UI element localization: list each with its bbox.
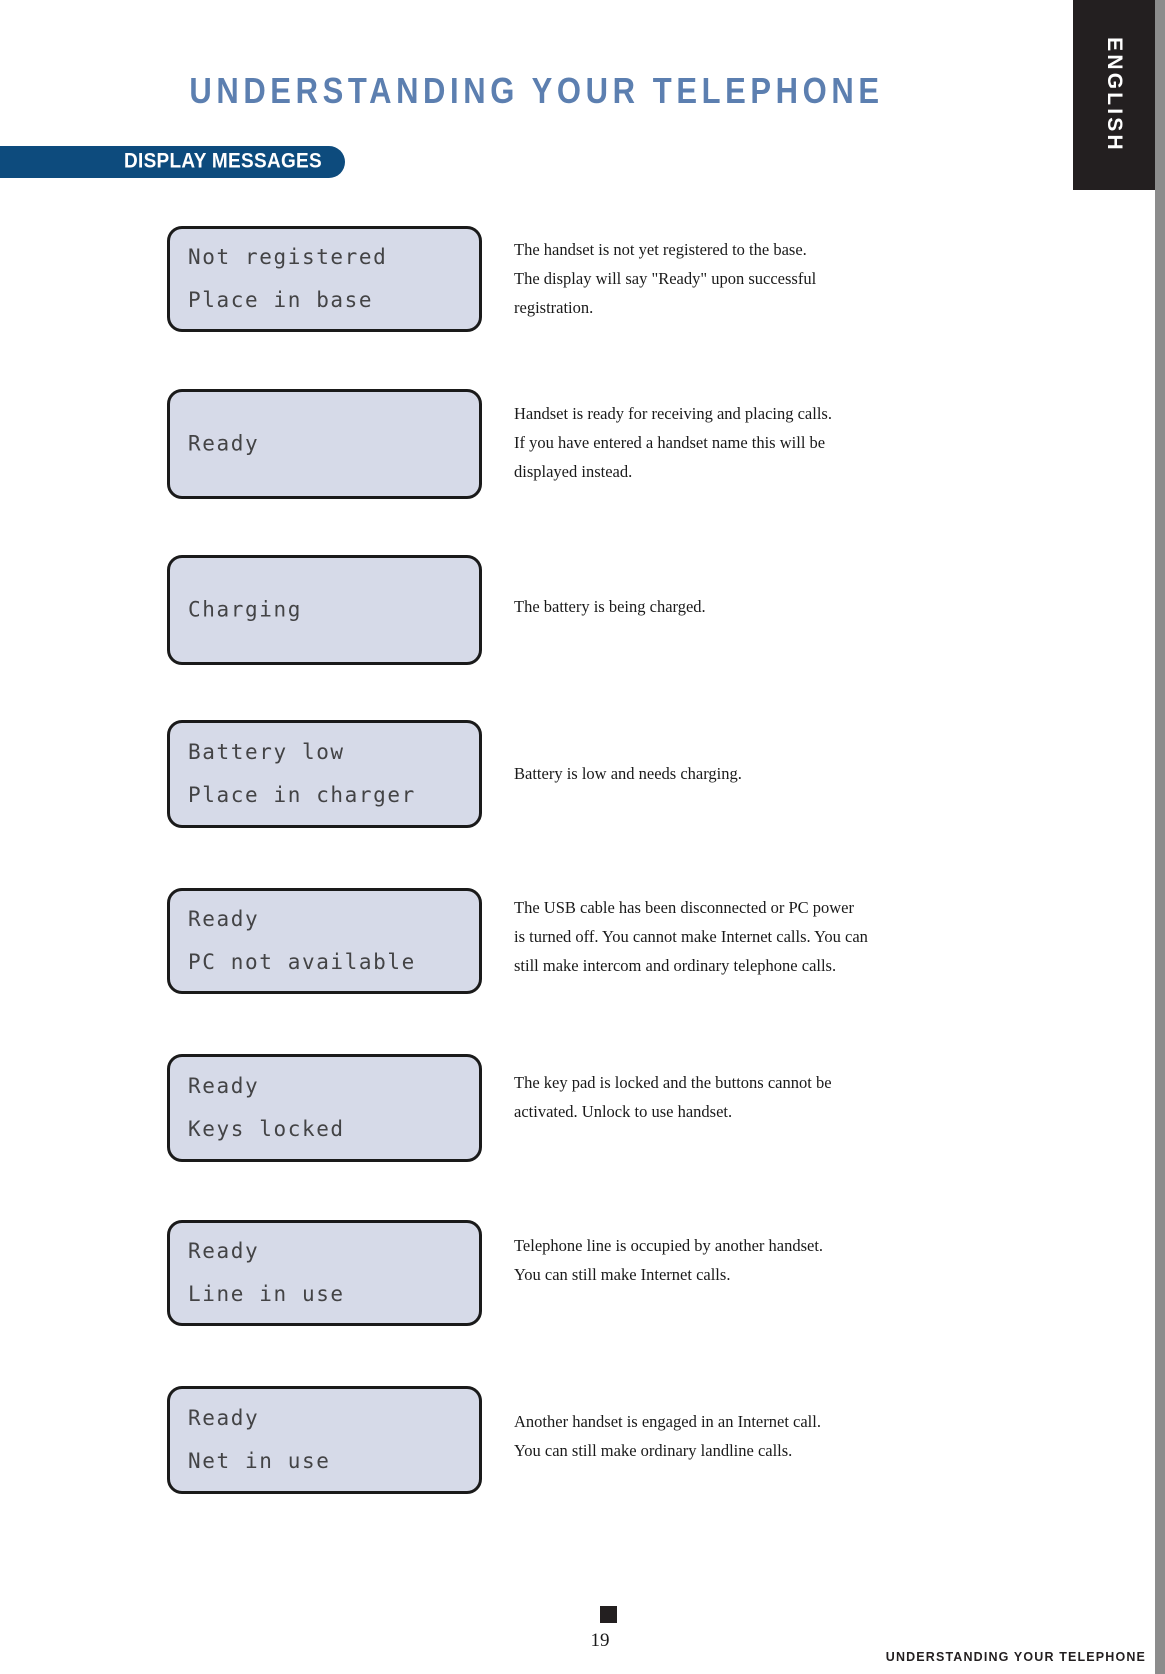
lcd-display-box: Charging: [167, 555, 482, 665]
lcd-text-line: Battery low: [188, 740, 345, 764]
lcd-screen-text: Battery low Place in charger: [188, 731, 471, 817]
description-line: is turned off. You cannot make Internet …: [514, 927, 868, 946]
lcd-display-box: Ready Net in use: [167, 1386, 482, 1494]
description-line: displayed instead.: [514, 462, 633, 481]
description-line: The key pad is locked and the buttons ca…: [514, 1073, 832, 1092]
lcd-display-box: Ready Keys locked: [167, 1054, 482, 1162]
message-description: Another handset is engaged in an Interne…: [514, 1407, 984, 1465]
lcd-text-line: Line in use: [188, 1282, 345, 1306]
lcd-text-line: Keys locked: [188, 1117, 345, 1141]
lcd-text-line: Ready: [188, 1239, 260, 1263]
section-banner: DISPLAY MESSAGES: [0, 146, 345, 178]
lcd-screen-text: Charging: [188, 589, 471, 632]
lcd-screen-text: Not registered Place in base: [188, 236, 471, 322]
description-line: still make intercom and ordinary telepho…: [514, 956, 837, 975]
lcd-text-line: PC not available: [188, 950, 416, 974]
description-line: registration.: [514, 298, 594, 317]
page-number: 19: [590, 1630, 610, 1651]
footer-square-marker: [600, 1606, 617, 1623]
language-tab-english: ENGLISH: [1073, 0, 1155, 190]
description-line: The handset is not yet registered to the…: [514, 240, 807, 259]
lcd-screen-text: Ready PC not available: [188, 898, 471, 984]
lcd-screen-text: Ready Line in use: [188, 1230, 471, 1316]
description-line: Another handset is engaged in an Interne…: [514, 1412, 821, 1431]
message-description: Battery is low and needs charging.: [514, 759, 984, 788]
description-line: You can still make ordinary landline cal…: [514, 1441, 793, 1460]
message-description: The battery is being charged.: [514, 592, 984, 621]
lcd-screen-text: Ready Net in use: [188, 1397, 471, 1483]
lcd-text-line: Place in charger: [188, 783, 416, 807]
lcd-display-box: Battery low Place in charger: [167, 720, 482, 828]
description-line: Battery is low and needs charging.: [514, 764, 742, 783]
message-description: Telephone line is occupied by another ha…: [514, 1231, 984, 1289]
description-line: The USB cable has been disconnected or P…: [514, 898, 854, 917]
message-description: The handset is not yet registered to the…: [514, 235, 984, 322]
lcd-text-line: Not registered: [188, 245, 388, 269]
description-line: The battery is being charged.: [514, 597, 706, 616]
message-description: The key pad is locked and the buttons ca…: [514, 1068, 984, 1126]
description-line: Handset is ready for receiving and placi…: [514, 404, 832, 423]
lcd-text-line: Ready: [188, 907, 260, 931]
lcd-text-line: Charging: [188, 597, 302, 622]
lcd-screen-text: Ready Keys locked: [188, 1065, 471, 1151]
description-line: You can still make Internet calls.: [514, 1265, 731, 1284]
description-line: activated. Unlock to use handset.: [514, 1102, 733, 1121]
lcd-screen-text: Ready: [188, 423, 471, 466]
description-line: If you have entered a handset name this …: [514, 433, 826, 452]
lcd-display-box: Ready PC not available: [167, 888, 482, 994]
message-description: The USB cable has been disconnected or P…: [514, 893, 984, 980]
section-banner-label: DISPLAY MESSAGES: [123, 149, 322, 174]
lcd-display-box: Ready: [167, 389, 482, 499]
message-description: Handset is ready for receiving and placi…: [514, 399, 984, 486]
lcd-display-box: Ready Line in use: [167, 1220, 482, 1326]
lcd-display-box: Not registered Place in base: [167, 226, 482, 332]
page-title: UNDERSTANDING YOUR TELEPHONE: [189, 70, 884, 112]
lcd-text-line: Ready: [188, 431, 260, 456]
lcd-text-line: Place in base: [188, 288, 374, 312]
lcd-text-line: Net in use: [188, 1449, 331, 1473]
language-tab-label: ENGLISH: [1103, 37, 1126, 153]
description-line: Telephone line is occupied by another ha…: [514, 1236, 824, 1255]
lcd-text-line: Ready: [188, 1074, 260, 1098]
right-edge-strip: [1155, 0, 1165, 1674]
footer-running-title: UNDERSTANDING YOUR TELEPHONE: [885, 1650, 1146, 1664]
description-line: The display will say "Ready" upon succes…: [514, 269, 817, 288]
lcd-text-line: Ready: [188, 1406, 260, 1430]
